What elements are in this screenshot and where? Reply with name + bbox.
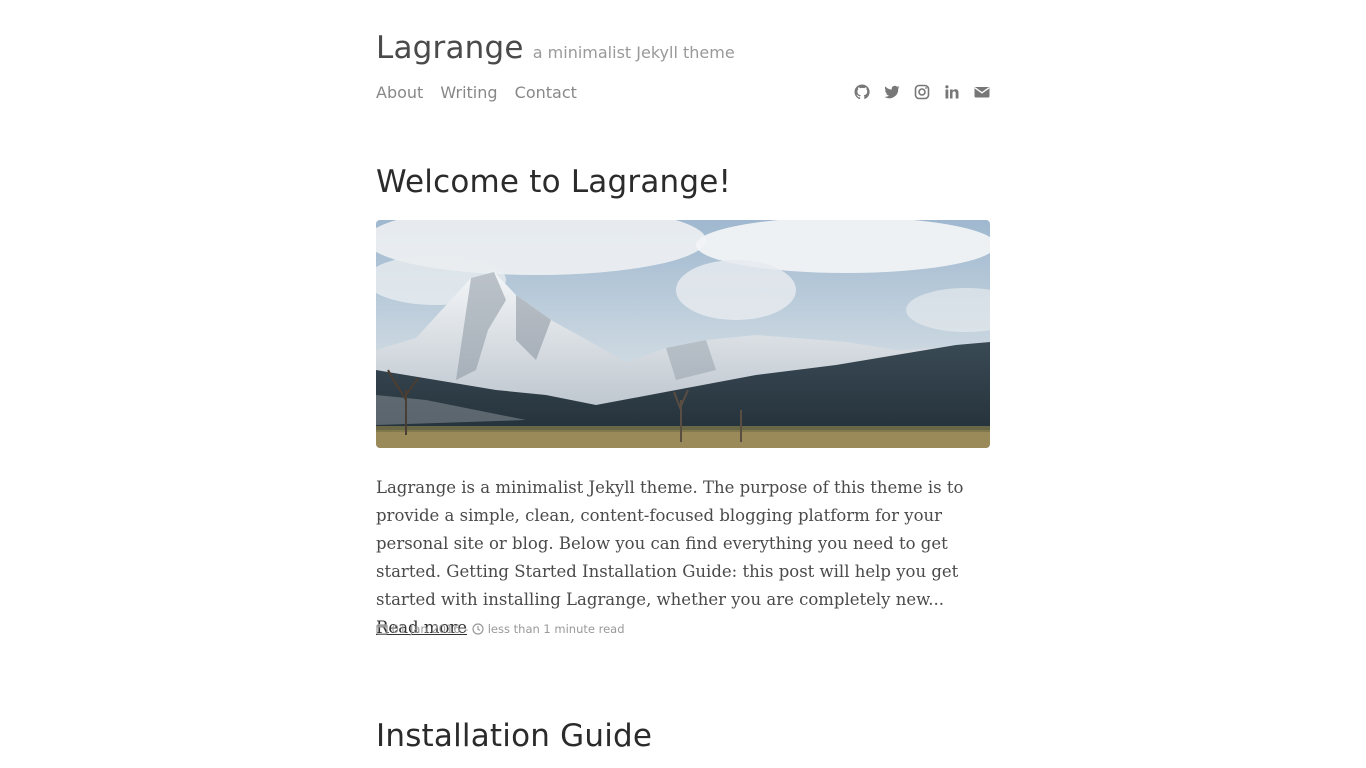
meta-separator: - <box>464 622 469 636</box>
hero-image <box>376 220 990 448</box>
post-title[interactable]: Welcome to Lagrange! <box>376 164 731 200</box>
page-container: Lagrange a minimalist Jekyll theme About… <box>376 0 990 754</box>
read-time: less than 1 minute read <box>487 622 625 636</box>
site-title-link[interactable]: Lagrange <box>376 30 524 66</box>
post-meta: 01 Jan 2016 - less than 1 minute read <box>376 622 625 636</box>
calendar-icon <box>376 623 388 635</box>
nav-item-contact[interactable]: Contact <box>515 83 577 102</box>
github-icon[interactable] <box>854 84 870 100</box>
main-nav: About Writing Contact <box>376 83 589 102</box>
post-excerpt: Lagrange is a minimalist Jekyll theme. T… <box>376 474 990 642</box>
site-description: a minimalist Jekyll theme <box>532 43 735 62</box>
envelope-icon[interactable] <box>974 84 990 100</box>
site-header: Lagrange a minimalist Jekyll theme About… <box>376 0 990 120</box>
instagram-icon[interactable] <box>914 84 930 100</box>
nav-item-writing[interactable]: Writing <box>440 83 497 102</box>
post-excerpt-text: Lagrange is a minimalist Jekyll theme. T… <box>376 478 964 609</box>
post-date: 01 Jan 2016 <box>391 622 461 636</box>
post-title-2[interactable]: Installation Guide <box>376 718 652 754</box>
twitter-icon[interactable] <box>884 84 900 100</box>
nav-item-about[interactable]: About <box>376 83 423 102</box>
social-links <box>854 84 990 100</box>
clock-icon <box>472 623 484 635</box>
linkedin-icon[interactable] <box>944 84 960 100</box>
brand: Lagrange a minimalist Jekyll theme <box>376 30 735 66</box>
